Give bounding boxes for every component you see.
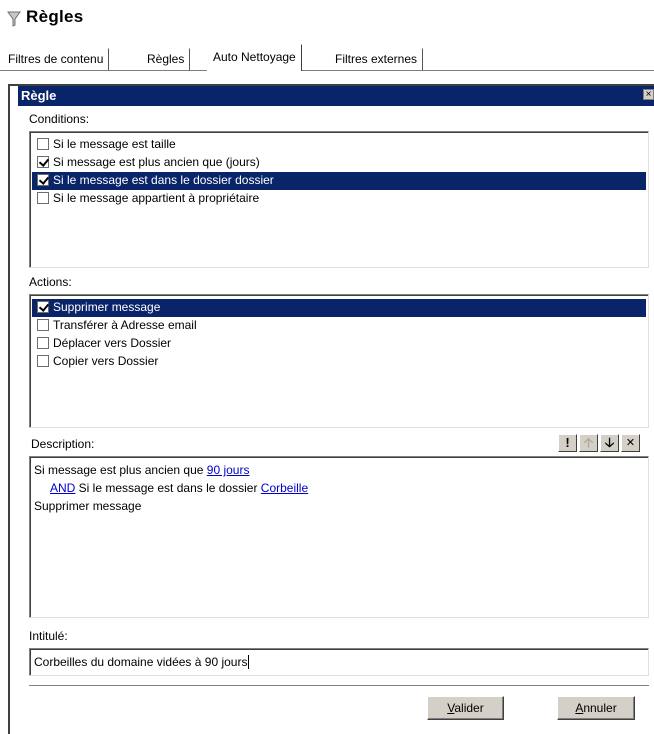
- conditions-list[interactable]: Si le message est taille Si message est …: [29, 131, 649, 268]
- actions-list[interactable]: Supprimer message Transférer à Adresse e…: [29, 294, 649, 428]
- description-line: Si message est plus ancien que 90 jours: [34, 463, 249, 477]
- condition-item-size[interactable]: Si le message est taille: [32, 136, 646, 154]
- action-item-forward[interactable]: Transférer à Adresse email: [32, 317, 646, 335]
- checkbox[interactable]: [37, 138, 49, 150]
- actions-label: Actions:: [29, 275, 72, 289]
- checkbox[interactable]: [37, 337, 49, 349]
- description-label: Description:: [31, 437, 95, 451]
- action-label: Supprimer message: [53, 300, 161, 314]
- close-icon[interactable]: ×: [643, 89, 654, 100]
- move-up-icon[interactable]: 🡡: [579, 434, 598, 452]
- description-text: Si message est plus ancien que: [34, 463, 207, 477]
- description-text: Si le message est dans le dossier: [75, 481, 261, 495]
- days-link[interactable]: 90 jours: [207, 463, 250, 477]
- description-box: Si message est plus ancien que 90 jours …: [29, 456, 649, 618]
- checkbox[interactable]: [37, 174, 49, 186]
- action-item-move[interactable]: Déplacer vers Dossier: [32, 335, 646, 353]
- checkbox[interactable]: [37, 192, 49, 204]
- text-caret: [248, 655, 250, 669]
- validate-label: alider: [454, 701, 484, 715]
- condition-label: Si le message est taille: [53, 137, 176, 151]
- condition-item-in-folder[interactable]: Si le message est dans le dossier dossie…: [32, 172, 646, 190]
- condition-item-older-than[interactable]: Si message est plus ancien que (jours): [32, 154, 646, 172]
- cancel-label: nnuler: [583, 701, 617, 715]
- rule-title-value: Corbeilles du domaine vidées à 90 jours: [34, 655, 248, 669]
- validate-button[interactable]: Valider: [427, 696, 504, 720]
- move-down-icon[interactable]: 🡣: [600, 434, 619, 452]
- action-label: Transférer à Adresse email: [53, 318, 197, 332]
- checkbox[interactable]: [37, 355, 49, 367]
- tab-content-filters[interactable]: Filtres de contenu: [2, 48, 110, 70]
- condition-label: Si le message est dans le dossier dossie…: [53, 173, 274, 187]
- delete-icon[interactable]: ✕: [621, 434, 640, 452]
- tab-rules[interactable]: Règles: [141, 48, 191, 70]
- tab-baseline: [0, 70, 654, 71]
- checkbox[interactable]: [37, 319, 49, 331]
- description-line: AND Si le message est dans le dossier Co…: [50, 481, 308, 495]
- condition-item-owner[interactable]: Si le message appartient à propriétaire: [32, 190, 646, 208]
- folder-link[interactable]: Corbeille: [261, 481, 308, 495]
- tab-auto-cleanup[interactable]: Auto Nettoyage: [207, 44, 302, 71]
- and-link[interactable]: AND: [50, 481, 75, 495]
- important-icon[interactable]: !: [558, 434, 577, 452]
- action-label: Copier vers Dossier: [53, 354, 159, 368]
- footer-divider: [29, 685, 649, 687]
- title-label: Intitulé:: [29, 629, 68, 643]
- checkbox[interactable]: [37, 156, 49, 168]
- action-item-copy[interactable]: Copier vers Dossier: [32, 353, 646, 371]
- rule-title-input[interactable]: Corbeilles du domaine vidées à 90 jours: [29, 648, 649, 676]
- tab-external-filters[interactable]: Filtres externes: [329, 48, 424, 70]
- rule-header: Règle: [18, 86, 654, 106]
- action-item-delete[interactable]: Supprimer message: [32, 299, 646, 317]
- cancel-button[interactable]: Annuler: [557, 696, 635, 720]
- description-text: Supprimer message: [34, 499, 142, 513]
- action-label: Déplacer vers Dossier: [53, 336, 172, 350]
- checkbox[interactable]: [37, 301, 49, 313]
- condition-label: Si le message appartient à propriétaire: [53, 191, 260, 205]
- page-title: Règles: [26, 7, 84, 26]
- conditions-label: Conditions:: [29, 112, 90, 126]
- description-line: Supprimer message: [34, 499, 141, 513]
- condition-label: Si message est plus ancien que (jours): [53, 155, 260, 169]
- filter-icon: [7, 11, 21, 27]
